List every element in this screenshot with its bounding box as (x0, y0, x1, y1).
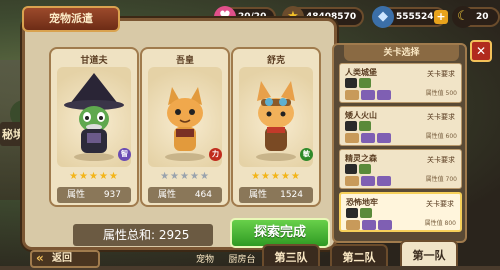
page-title: 宠物派遣 (22, 6, 120, 32)
str-badge: 力 (209, 148, 222, 161)
close-button[interactable]: ✕ (470, 40, 492, 62)
pet-attr: 属性 1524 (239, 187, 313, 203)
level-item-selected[interactable]: 恐怖地牢 关卡要求 属性值 800 (339, 192, 462, 232)
pet-name: 甘道夫 (80, 56, 108, 66)
pet-attr: 属性 937 (57, 187, 131, 203)
pet-stars: ★★★★★ (69, 171, 119, 182)
tab-team-1[interactable]: 第一队 (400, 240, 458, 266)
level-item[interactable]: 人类城堡 关卡要求 属性值 500 (339, 63, 462, 103)
level-item[interactable]: 精灵之森 关卡要求 属性值 700 (339, 149, 462, 189)
agi-badge: 敏 (300, 148, 313, 161)
moon-icon: ☾ (452, 6, 474, 28)
pet-card[interactable]: 吾皇 力 ★★★★★ 属性 464 (140, 47, 230, 207)
dock-pets[interactable]: 宠物 (185, 252, 225, 266)
gems-counter: ◆ 5555240 + (372, 6, 448, 28)
gem-icon: ◆ (372, 6, 394, 28)
dispatch-panel: 甘道夫 智 ★★★★★ 属性 937 吾皇 力 ★★★★★ 属性 464 舒克 … (22, 18, 337, 250)
int-badge: 智 (118, 148, 131, 161)
moon-counter: ☾ 20 (452, 6, 500, 28)
tab-team-2[interactable]: 第二队 (330, 244, 388, 266)
pet-card[interactable]: 甘道夫 智 ★★★★★ 属性 937 (49, 47, 139, 207)
pet-stars: ★★★★★ (160, 171, 210, 182)
double-chevron-left-icon: « (36, 251, 44, 265)
level-select-title: 关卡选择 (344, 45, 459, 61)
back-button[interactable]: « 返回 (30, 250, 100, 268)
level-item[interactable]: 矮人火山 关卡要求 属性值 600 (339, 106, 462, 146)
pet-card[interactable]: 舒克 敏 ★★★★★ 属性 1524 (231, 47, 321, 207)
add-gems-button[interactable]: + (434, 10, 448, 24)
tab-team-3[interactable]: 第三队 (262, 244, 320, 266)
pet-attr: 属性 464 (148, 187, 222, 203)
pet-name: 舒克 (266, 56, 285, 66)
dock-kitchen[interactable]: 厨房台 (222, 252, 262, 266)
pet-stars: ★★★★★ (251, 171, 301, 182)
bottom-bar: « 返回 宠物 厨房台 第三队 第二队 第一队 (0, 238, 500, 268)
level-select-panel: 关卡选择 人类城堡 关卡要求 属性值 500 矮人火山 关卡要求 属性值 600… (332, 43, 467, 243)
pet-name: 吾皇 (175, 56, 194, 66)
